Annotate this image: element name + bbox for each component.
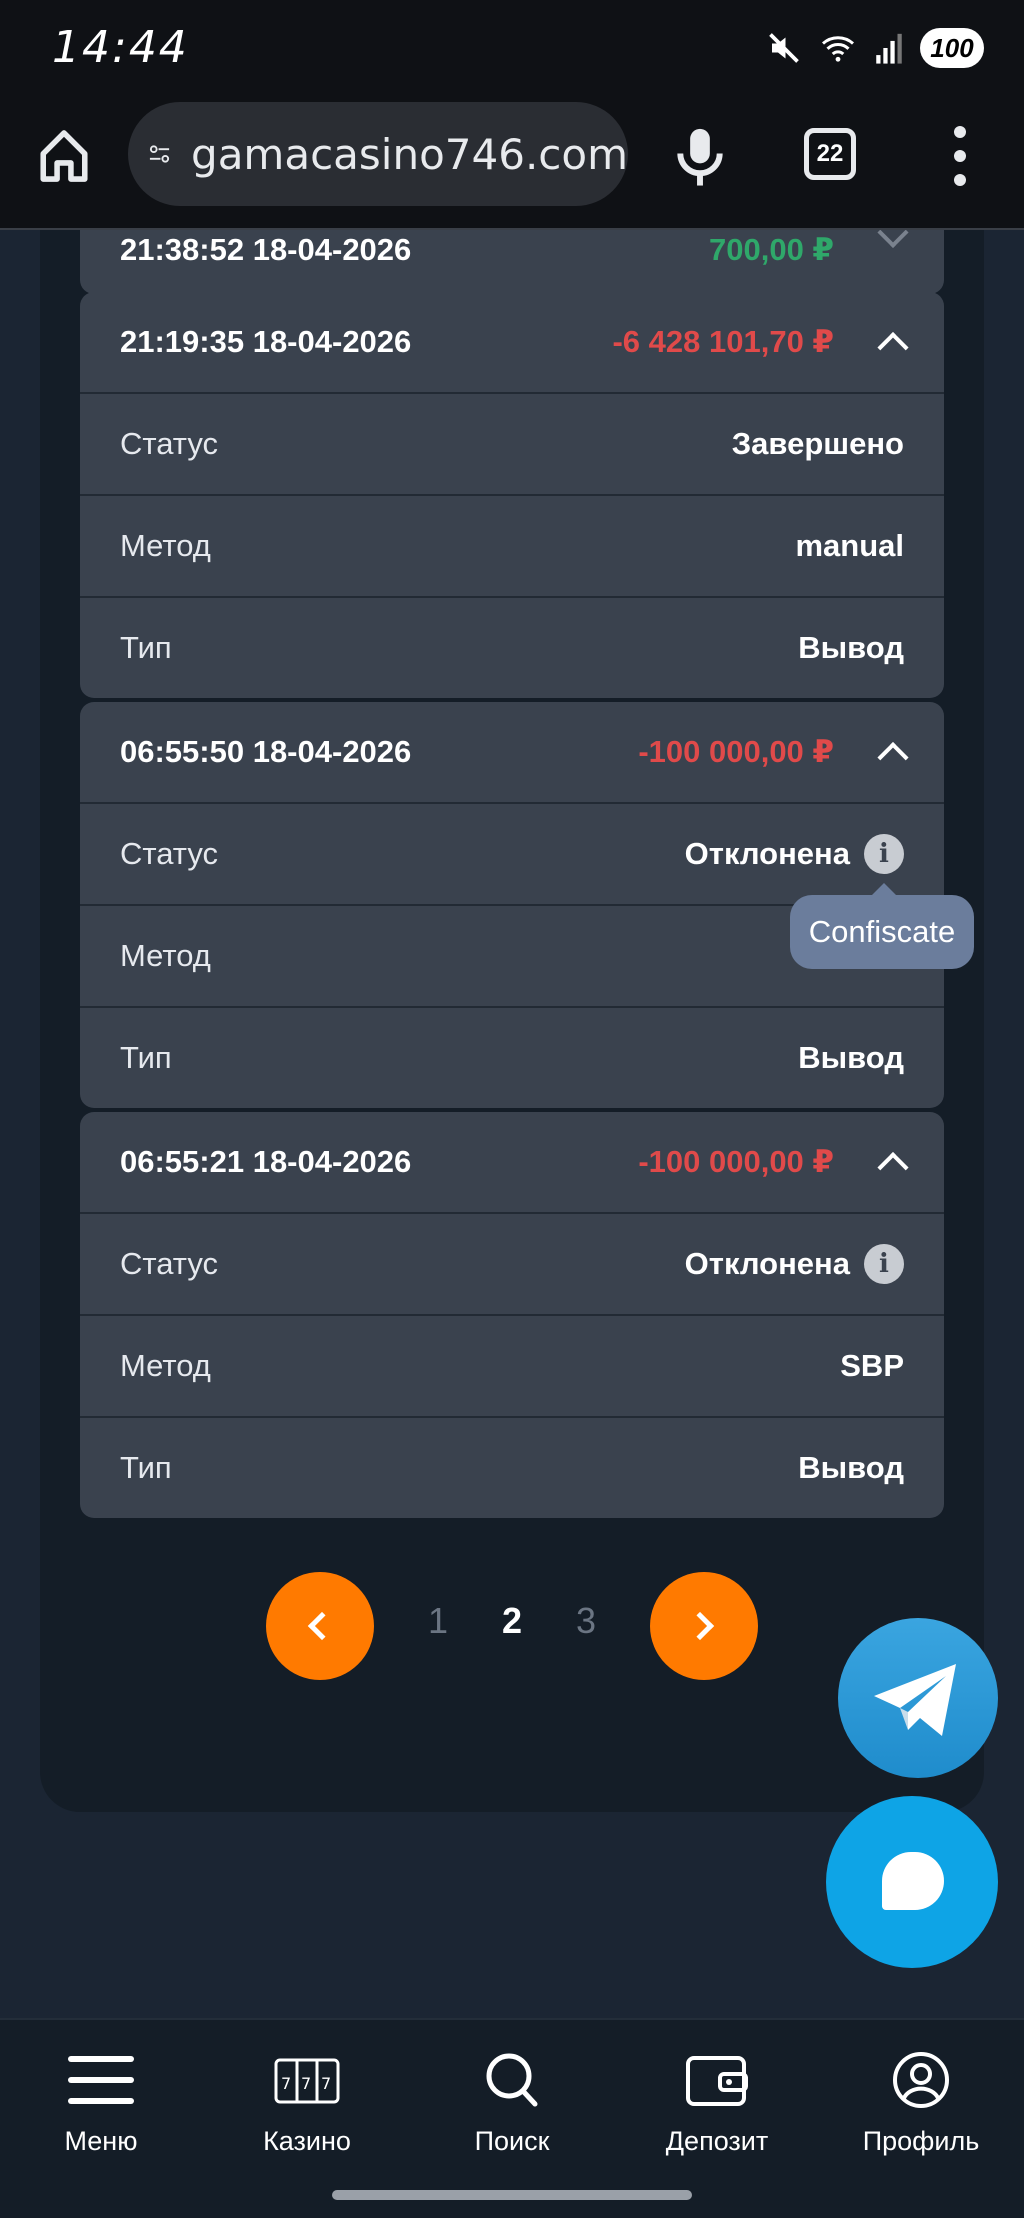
transaction-amount: -100 000,00 ₽ [638,734,834,769]
nav-menu[interactable]: Меню [16,2050,186,2157]
wifi-icon [822,36,854,62]
chevron-up-icon[interactable] [877,1151,909,1184]
transaction-row-type: Тип Вывод [80,596,944,698]
transaction-amount: 700,00 ₽ [709,232,834,267]
status-time: 14:44 [52,22,189,73]
site-settings-icon[interactable] [148,134,171,174]
transaction-datetime: 21:38:52 18-04-2026 [120,232,412,267]
transaction-header[interactable]: 06:55:50 18-04-2026 -100 000,00 ₽ [80,702,944,802]
bottom-navigation: Меню 777 Казино Поиск Депозит Профиль [0,2018,1024,2218]
telegram-icon [874,1664,956,1736]
tab-switcher-button[interactable]: 22 [804,128,856,180]
next-page-button[interactable] [650,1572,758,1680]
transaction-row-type: Тип Вывод [80,1006,944,1108]
transaction-card: 21:19:35 18-04-2026 -6 428 101,70 ₽ Стат… [80,292,944,698]
status-value: Отклонена [684,836,850,871]
transaction-datetime: 06:55:50 18-04-2026 [120,734,412,769]
transaction-amount: -100 000,00 ₽ [638,1144,834,1179]
info-icon[interactable]: i [864,1244,904,1284]
home-indicator [332,2190,692,2200]
transaction-row-type: Тип Вывод [80,1416,944,1518]
home-icon[interactable] [36,126,92,186]
search-icon [477,2050,547,2110]
address-bar[interactable]: gamacasino746.com [128,102,628,206]
nav-profile[interactable]: Профиль [836,2050,1006,2157]
chevron-right-icon [685,1611,715,1641]
transaction-row-method: Метод manual [80,494,944,596]
info-icon[interactable]: i [864,834,904,874]
transaction-amount: -6 428 101,70 ₽ [612,324,834,359]
chevron-left-icon [307,1611,337,1641]
transaction-row-status: Статус Отклонена i [80,1212,944,1314]
support-chat-button[interactable] [826,1796,998,1968]
status-bar: 14:44 100 [0,0,1024,96]
transaction-datetime: 06:55:21 18-04-2026 [120,1144,412,1179]
transaction-row-method: Метод SBP [80,1314,944,1416]
menu-icon [66,2050,136,2110]
url-text: gamacasino746.com [191,129,628,179]
nav-search[interactable]: Поиск [427,2050,597,2157]
transaction-card[interactable]: 21:38:52 18-04-2026 700,00 ₽ [80,230,944,294]
svg-text:7: 7 [281,2074,291,2093]
page-number[interactable]: 3 [576,1600,596,1642]
chevron-down-icon[interactable] [877,230,909,249]
svg-text:7: 7 [301,2074,311,2093]
svg-text:7: 7 [321,2074,331,2093]
battery-indicator: 100 [920,28,984,68]
telegram-button[interactable] [838,1618,998,1778]
chat-bubble-icon [882,1852,944,1910]
signal-icon [876,33,902,64]
transaction-card: 06:55:21 18-04-2026 -100 000,00 ₽ Статус… [80,1112,944,1518]
transaction-header[interactable]: 21:19:35 18-04-2026 -6 428 101,70 ₽ [80,292,944,392]
transaction-row-status: Статус Завершено [80,392,944,494]
mute-icon [769,33,799,63]
chevron-up-icon[interactable] [877,741,909,774]
transaction-datetime: 21:19:35 18-04-2026 [120,324,412,359]
browser-toolbar: gamacasino746.com 22 [0,96,1024,230]
wallet-icon [682,2050,752,2110]
nav-casino[interactable]: 777 Казино [222,2050,392,2157]
transaction-header[interactable]: 06:55:21 18-04-2026 -100 000,00 ₽ [80,1112,944,1212]
status-value: Отклонена [684,1246,850,1281]
slot-machine-icon: 777 [272,2050,342,2110]
status-tooltip: Confiscate [790,883,974,969]
profile-icon [886,2050,956,2110]
nav-deposit[interactable]: Депозит [632,2050,802,2157]
transaction-row-status: Статус Отклонена i [80,802,944,904]
page-number-current[interactable]: 2 [502,1600,522,1642]
transaction-header[interactable]: 21:38:52 18-04-2026 700,00 ₽ [80,230,944,294]
microphone-icon[interactable] [670,124,730,188]
page-number[interactable]: 1 [428,1600,448,1642]
prev-page-button[interactable] [266,1572,374,1680]
overflow-menu-icon[interactable] [950,126,970,186]
chevron-up-icon[interactable] [877,331,909,364]
